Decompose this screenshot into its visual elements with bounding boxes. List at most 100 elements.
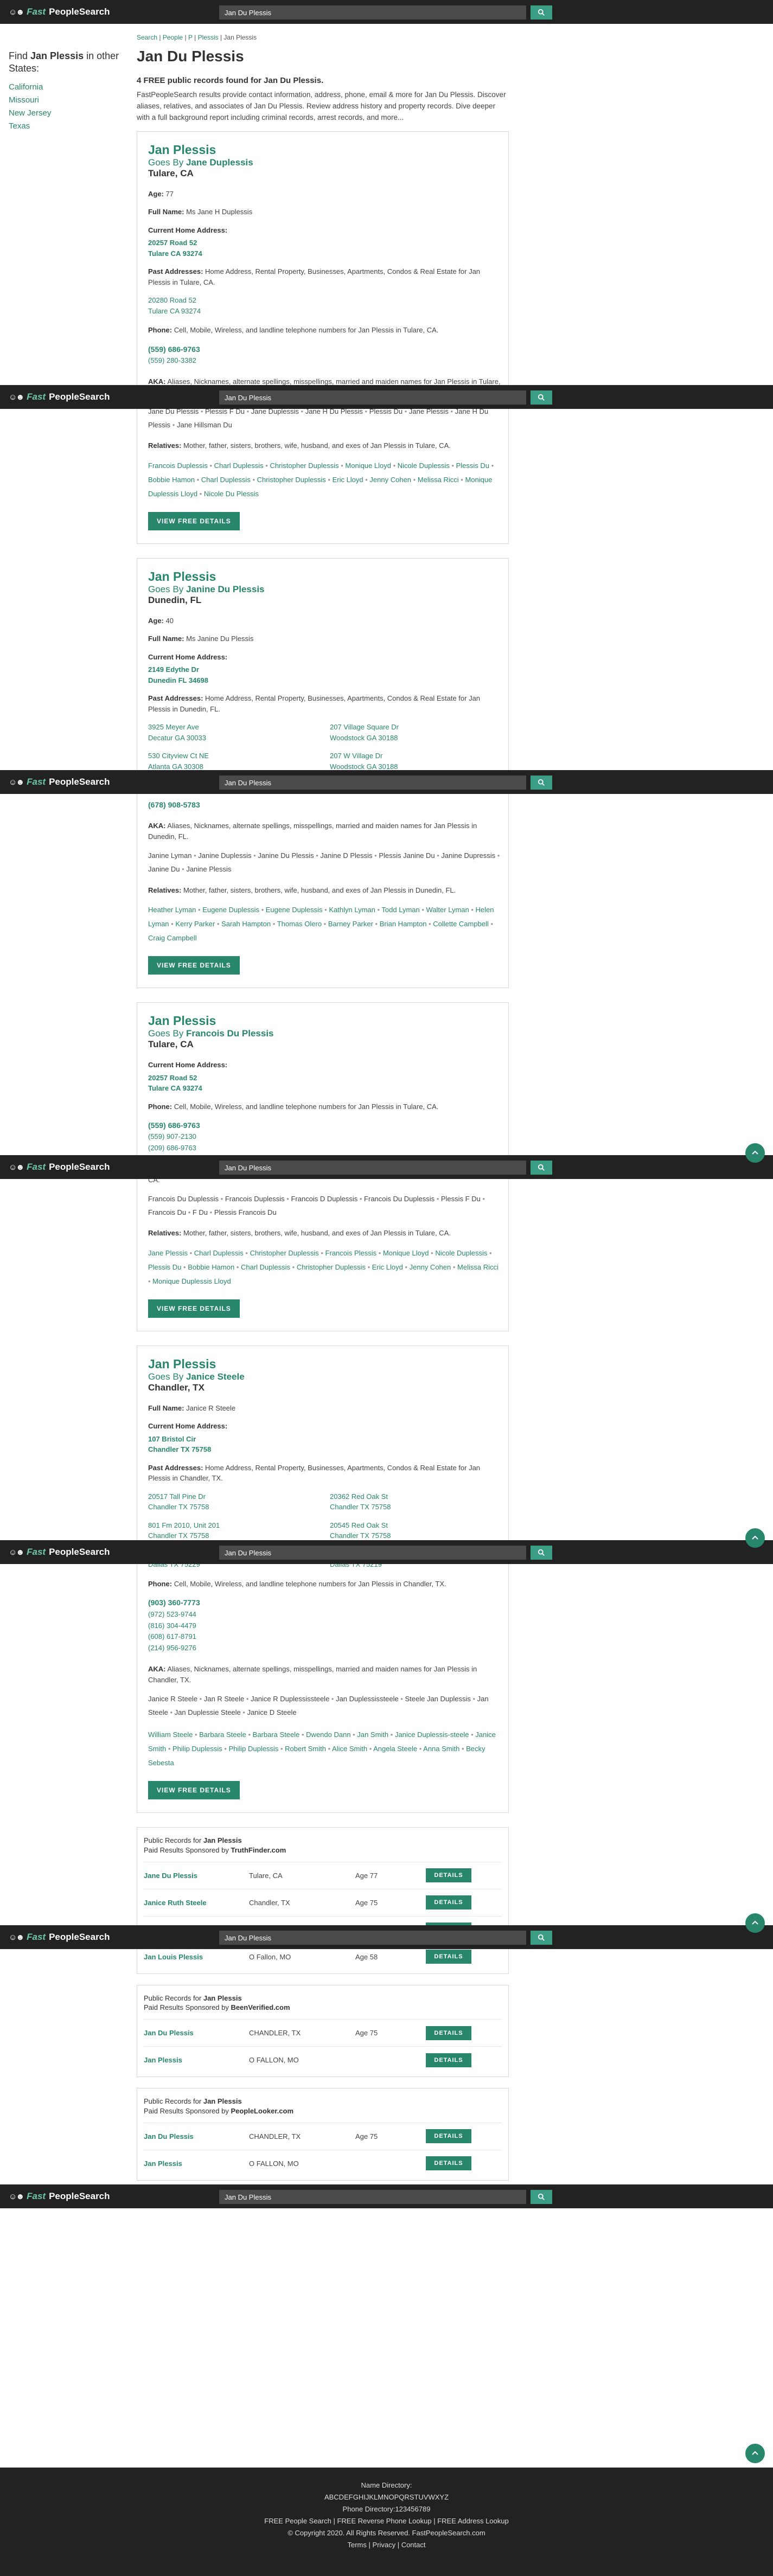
relative-link[interactable]: Angela Steele (373, 1745, 417, 1753)
search-input[interactable] (219, 390, 526, 405)
relative-link[interactable]: Thomas Olero (277, 920, 322, 928)
sponsored-person-name[interactable]: Jan Plessis (144, 2160, 249, 2168)
past-address-link[interactable]: 3925 Meyer Ave Decatur GA 30033 (148, 722, 319, 743)
letter-link[interactable]: Y (439, 2493, 444, 2501)
details-button[interactable]: DETAILS (426, 1950, 471, 1964)
current-address-link[interactable]: 20257 Road 52 Tulare CA 93274 (148, 1073, 501, 1094)
sidebar-state-link[interactable]: Missouri (9, 94, 133, 107)
site-logo[interactable]: ☺☻ Fast PeopleSearch (9, 1547, 110, 1558)
scroll-to-top-button[interactable] (745, 1143, 765, 1163)
relative-link[interactable]: Melissa Ricci (418, 476, 459, 484)
letter-link[interactable]: P (394, 2493, 399, 2501)
search-button[interactable] (531, 776, 552, 790)
site-logo[interactable]: ☺☻ Fast PeopleSearch (9, 2191, 110, 2202)
details-button[interactable]: DETAILS (426, 2156, 471, 2171)
relative-link[interactable]: Eugene Duplessis (202, 906, 259, 914)
relative-link[interactable]: Charl Duplessis (214, 462, 264, 470)
past-address-link[interactable]: 530 Cityview Ct NE Atlanta GA 30308 (148, 751, 319, 772)
past-address-link[interactable]: 20545 Red Oak St Chandler TX 75758 (330, 1520, 501, 1541)
sponsored-person-name[interactable]: Jan Plessis (144, 2056, 249, 2064)
letter-link[interactable]: A (324, 2493, 329, 2501)
relative-link[interactable]: Christopher Duplessis (250, 1249, 319, 1257)
relative-link[interactable]: Kerry Parker (175, 920, 215, 928)
past-address-link[interactable]: 801 Fm 2010, Unit 201 Chandler TX 75758 (148, 1520, 319, 1541)
letter-link[interactable]: R (404, 2493, 409, 2501)
details-button[interactable]: DETAILS (426, 1868, 471, 1883)
current-address-link[interactable]: 107 Bristol Cir Chandler TX 75758 (148, 1434, 501, 1455)
sponsored-person-name[interactable]: Janice Ruth Steele (144, 1899, 249, 1907)
search-button[interactable] (531, 2190, 552, 2204)
relative-link[interactable]: Collette Campbell (433, 920, 489, 928)
letter-link[interactable]: Q (399, 2493, 404, 2501)
letter-link[interactable]: K (369, 2493, 374, 2501)
relative-link[interactable]: Barney Parker (328, 920, 373, 928)
relative-link[interactable]: Charl Duplessis (241, 1263, 290, 1271)
current-address-link[interactable]: 2149 Edythe Dr Dunedin FL 34698 (148, 664, 501, 685)
scroll-to-top-button[interactable] (745, 1913, 765, 1933)
site-logo[interactable]: ☺☻ Fast PeopleSearch (9, 7, 110, 17)
relative-link[interactable]: Barbara Steele (199, 1731, 246, 1739)
footer-bottom-links[interactable]: Terms | Privacy | Contact (0, 2539, 773, 2551)
letter-link[interactable]: Z (444, 2493, 449, 2501)
relative-link[interactable]: Plessis Du (456, 462, 489, 470)
search-input[interactable] (219, 776, 526, 790)
relative-link[interactable]: Christopher Duplessis (270, 462, 338, 470)
relative-link[interactable]: Bobbie Hamon (148, 476, 195, 484)
relative-link[interactable]: Francois Plessis (325, 1249, 377, 1257)
search-button[interactable] (531, 1546, 552, 1560)
relative-link[interactable]: Nicole Duplessis (398, 462, 450, 470)
phone-link[interactable]: (816) 304-4479 (148, 1620, 501, 1632)
letter-link[interactable]: F (349, 2493, 353, 2501)
details-button[interactable]: DETAILS (426, 2026, 471, 2040)
digit-link[interactable]: 9 (426, 2505, 430, 2513)
relative-link[interactable]: Kathlyn Lyman (329, 906, 375, 914)
person-name[interactable]: Jan Plessis (148, 1357, 501, 1372)
relative-link[interactable]: Nicole Du Plessis (204, 490, 259, 498)
relative-link[interactable]: Monique Duplessis Lloyd (152, 1277, 231, 1285)
phone-link[interactable]: (559) 686-9763 (148, 1119, 501, 1131)
relative-link[interactable]: Walter Lyman (426, 906, 469, 914)
details-button[interactable]: DETAILS (426, 2129, 471, 2144)
relative-link[interactable]: Todd Lyman (381, 906, 419, 914)
site-logo[interactable]: ☺☻ Fast PeopleSearch (9, 1932, 110, 1943)
relative-link[interactable]: Melissa Ricci (457, 1263, 499, 1271)
phone-link[interactable]: (903) 360-7773 (148, 1597, 501, 1609)
site-logo[interactable]: ☺☻ Fast PeopleSearch (9, 777, 110, 787)
digit-link[interactable]: 3 (403, 2505, 407, 2513)
breadcrumb-item[interactable]: Plessis (198, 34, 219, 41)
relative-link[interactable]: William Steele (148, 1731, 193, 1739)
phone-link[interactable]: (678) 908-5783 (148, 799, 501, 811)
letter-link[interactable]: B (329, 2493, 334, 2501)
sponsored-person-name[interactable]: Jane Du Plessis (144, 1872, 249, 1880)
view-free-details-button[interactable]: VIEW FREE DETAILS (148, 1299, 240, 1318)
current-address-link[interactable]: 20257 Road 52 Tulare CA 93274 (148, 238, 501, 259)
relative-link[interactable]: Anna Smith (423, 1745, 459, 1753)
relative-link[interactable]: Monique Lloyd (383, 1249, 429, 1257)
relative-link[interactable]: Charl Duplessis (201, 476, 251, 484)
search-input[interactable] (219, 1931, 526, 1945)
relative-link[interactable]: Jan Smith (357, 1731, 388, 1739)
relative-link[interactable]: Craig Campbell (148, 934, 197, 942)
relative-link[interactable]: Barbara Steele (253, 1731, 300, 1739)
relative-link[interactable]: Nicole Duplessis (435, 1249, 487, 1257)
relative-link[interactable]: Francois Duplessis (148, 462, 208, 470)
site-logo[interactable]: ☺☻ Fast PeopleSearch (9, 392, 110, 402)
relative-link[interactable]: Plessis Du (148, 1263, 181, 1271)
letter-link[interactable]: M (378, 2493, 384, 2501)
sidebar-state-link[interactable]: New Jersey (9, 107, 133, 120)
past-address-link[interactable]: 20362 Red Oak St Chandler TX 75758 (330, 1491, 501, 1513)
relative-link[interactable]: Jenny Cohen (410, 1263, 451, 1271)
letter-link[interactable]: U (418, 2493, 423, 2501)
phone-link[interactable]: (559) 280-3382 (148, 355, 501, 367)
search-input[interactable] (219, 1546, 526, 1560)
phone-link[interactable]: (559) 686-9763 (148, 343, 501, 355)
phone-link[interactable]: (972) 523-9744 (148, 1609, 501, 1620)
relative-link[interactable]: Sarah Hampton (221, 920, 271, 928)
sidebar-state-link[interactable]: Texas (9, 120, 133, 133)
past-address-link[interactable]: 207 Village Square Dr Woodstock GA 30188 (330, 722, 501, 743)
relative-link[interactable]: Robert Smith (285, 1745, 326, 1753)
search-button[interactable] (531, 1161, 552, 1175)
past-address-link[interactable]: 20517 Tall Pine Dr Chandler TX 75758 (148, 1491, 319, 1513)
letter-link[interactable]: D (339, 2493, 344, 2501)
sponsored-person-name[interactable]: Jan Louis Plessis (144, 1953, 249, 1961)
